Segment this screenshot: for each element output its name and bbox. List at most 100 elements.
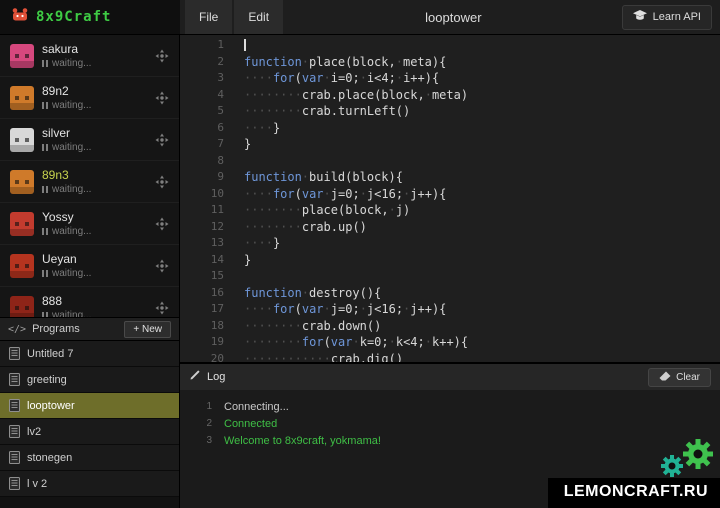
- line-number: 5: [180, 103, 236, 120]
- player-status: waiting...: [42, 226, 155, 237]
- line-number: 13: [180, 235, 236, 252]
- teleport-compass-icon[interactable]: [155, 301, 169, 315]
- code-line[interactable]: 20············crab.dig(): [180, 351, 720, 363]
- code-token: k<4;: [396, 335, 425, 349]
- code-token: i<4;: [367, 71, 396, 85]
- code-line[interactable]: 13 ····}: [180, 235, 720, 252]
- player-row[interactable]: 89n3 waiting...: [0, 161, 179, 203]
- player-row[interactable]: sakura waiting...: [0, 35, 179, 77]
- code-line[interactable]: 19········for(var·k=0;·k<4;·k++){: [180, 334, 720, 351]
- code-token: j++){: [410, 187, 446, 201]
- code-token: k++){: [432, 335, 468, 349]
- teleport-compass-icon[interactable]: [155, 259, 169, 273]
- player-row[interactable]: 89n2waiting...: [0, 77, 179, 119]
- code-line[interactable]: 4········crab.place(block,·meta): [180, 87, 720, 104]
- code-line[interactable]: 14}: [180, 252, 720, 269]
- player-row[interactable]: 888waiting...: [0, 287, 179, 317]
- whitespace-dot: ·: [360, 71, 367, 85]
- code-token: }: [273, 236, 280, 250]
- sidebar: sakura waiting... 89n2waiting... silverwait…: [0, 35, 180, 508]
- main-layout: sakura waiting... 89n2waiting... silverwait…: [0, 35, 720, 508]
- teleport-compass-icon[interactable]: [155, 91, 169, 105]
- program-name: Untitled 7: [27, 348, 73, 360]
- code-text: function·place(block,·meta){: [244, 54, 446, 71]
- code-line[interactable]: 18········crab.down(): [180, 318, 720, 335]
- code-line[interactable]: 5········crab.turnLeft(): [180, 103, 720, 120]
- whitespace-dot: ·: [287, 352, 294, 363]
- player-status-text: waiting...: [52, 226, 91, 237]
- code-editor[interactable]: 12function·place(block,·meta){3····for(v…: [180, 35, 720, 362]
- player-status-text: waiting...: [52, 58, 91, 69]
- code-token: place(block,: [309, 55, 396, 69]
- code-line[interactable]: 17····for(var·j=0;·j<16;·j++){: [180, 301, 720, 318]
- line-number: 10: [180, 186, 236, 203]
- teleport-compass-icon[interactable]: [155, 175, 169, 189]
- player-avatar: [10, 170, 34, 194]
- code-line[interactable]: 7}: [180, 136, 720, 153]
- line-number: 16: [180, 285, 236, 302]
- player-row[interactable]: Ueyanwaiting...: [0, 245, 179, 287]
- program-item[interactable]: stonegen: [0, 445, 179, 471]
- player-avatar: [10, 86, 34, 110]
- player-row[interactable]: silverwaiting...: [0, 119, 179, 161]
- log-entry-number: 3: [180, 435, 224, 446]
- code-token: j=0;: [331, 302, 360, 316]
- new-program-button[interactable]: + New: [124, 321, 171, 338]
- player-info: 888waiting...: [42, 294, 155, 317]
- pause-icon: [42, 270, 44, 277]
- code-line[interactable]: 2 function·place(block,·meta){: [180, 54, 720, 71]
- teleport-compass-icon[interactable]: [155, 49, 169, 63]
- player-name: 89n3: [42, 168, 155, 182]
- program-item[interactable]: l v 2: [0, 471, 179, 497]
- log-entry-text: Connecting...: [224, 401, 289, 413]
- pause-icon: [42, 144, 44, 151]
- code-line[interactable]: 8: [180, 153, 720, 170]
- code-line[interactable]: 1: [180, 37, 720, 54]
- teleport-compass-icon[interactable]: [155, 133, 169, 147]
- app-window: 8x9Craft File Edit looptower Learn API s…: [0, 0, 720, 508]
- whitespace-dot: ·: [295, 335, 302, 349]
- program-item[interactable]: lv2: [0, 419, 179, 445]
- player-info: silverwaiting...: [42, 126, 155, 153]
- code-line[interactable]: 9function·build(block){: [180, 169, 720, 186]
- code-line[interactable]: 16function·destroy(){: [180, 285, 720, 302]
- clear-log-button[interactable]: Clear: [648, 368, 711, 387]
- code-token: j++){: [410, 302, 446, 316]
- player-list: sakura waiting... 89n2waiting... silverwait…: [0, 35, 179, 317]
- player-row[interactable]: Yossywaiting...: [0, 203, 179, 245]
- programs-title: Programs: [32, 323, 118, 335]
- menu-file[interactable]: File: [185, 0, 232, 34]
- whitespace-dot: ·: [258, 104, 265, 118]
- program-item[interactable]: greeting: [0, 367, 179, 393]
- line-number: 7: [180, 136, 236, 153]
- whitespace-dot: ·: [396, 55, 403, 69]
- whitespace-dot: ·: [389, 203, 396, 217]
- player-avatar: [10, 296, 34, 318]
- player-name: sakura: [42, 42, 155, 56]
- player-status-text: waiting...: [52, 184, 91, 195]
- code-text: ········place(block,·j): [244, 202, 410, 219]
- document-icon: [9, 477, 20, 490]
- code-token: i++){: [403, 71, 439, 85]
- line-number: 1: [180, 37, 236, 54]
- program-item[interactable]: Untitled 7: [0, 341, 179, 367]
- whitespace-dot: ·: [295, 220, 302, 234]
- code-line[interactable]: 10····for(var·j=0;·j<16;·j++){: [180, 186, 720, 203]
- code-token: meta){: [403, 55, 446, 69]
- code-token: }: [273, 121, 280, 135]
- code-line[interactable]: 6····}: [180, 120, 720, 137]
- program-item[interactable]: looptower: [0, 393, 179, 419]
- menu-edit[interactable]: Edit: [234, 0, 283, 34]
- eraser-icon: [659, 371, 671, 384]
- line-number: 6: [180, 120, 236, 137]
- teleport-compass-icon[interactable]: [155, 217, 169, 231]
- code-line[interactable]: 3····for(var·i=0;·i<4;·i++){: [180, 70, 720, 87]
- code-line[interactable]: 12········crab.up(): [180, 219, 720, 236]
- line-number: 2: [180, 54, 236, 71]
- code-token: crab.dig(): [331, 352, 403, 363]
- code-text: ····}: [244, 235, 280, 252]
- code-token: (: [324, 335, 331, 349]
- learn-api-button[interactable]: Learn API: [622, 5, 712, 30]
- code-line[interactable]: 15: [180, 268, 720, 285]
- code-line[interactable]: 11········place(block,·j): [180, 202, 720, 219]
